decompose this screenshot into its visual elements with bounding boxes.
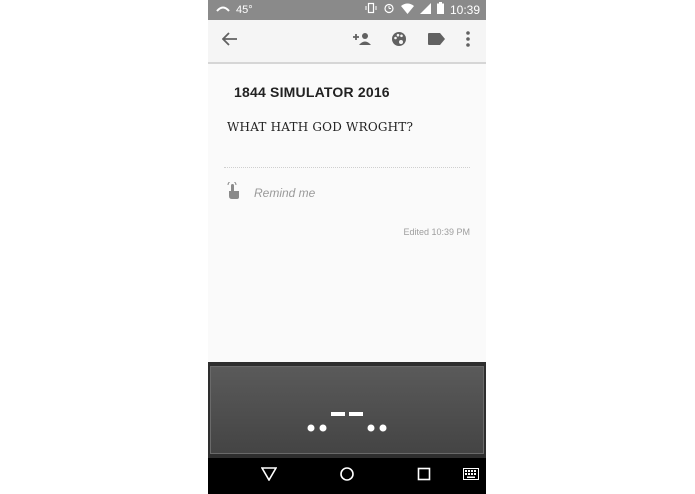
- edited-timestamp: Edited 10:39 PM: [403, 227, 470, 237]
- wifi-icon: [400, 1, 414, 19]
- remind-me-button[interactable]: Remind me: [226, 180, 316, 205]
- morse-dash-1: [349, 412, 363, 416]
- note-body[interactable]: WHAT HATH GOD WROGHT?: [227, 120, 413, 134]
- clock: 10:39: [449, 3, 480, 17]
- note-title[interactable]: 1844 SIMULATOR 2016: [234, 84, 390, 100]
- more-options-button[interactable]: [454, 20, 482, 62]
- label-icon: [427, 32, 445, 50]
- morse-dot-0: [307, 424, 315, 432]
- more-vert-icon: [466, 30, 470, 52]
- signal-icon: [419, 1, 431, 19]
- back-button[interactable]: [216, 20, 244, 62]
- home-circle-icon: [339, 466, 355, 487]
- weather-icon: [216, 1, 230, 19]
- nav-home-button[interactable]: [332, 458, 362, 494]
- back-arrow-icon: [221, 31, 238, 51]
- add-collaborator-icon: [352, 32, 372, 51]
- reminder-hand-icon: [226, 180, 242, 205]
- battery-icon: [436, 1, 444, 19]
- note-toolbar: [208, 20, 486, 64]
- nav-recents-button[interactable]: [409, 458, 439, 494]
- add-collaborator-button[interactable]: [348, 20, 376, 62]
- back-triangle-icon: [260, 466, 278, 486]
- morse-keyboard: [208, 362, 486, 458]
- vibrate-icon: [365, 1, 377, 19]
- morse-key[interactable]: [210, 366, 484, 454]
- label-button[interactable]: [422, 20, 450, 62]
- color-button[interactable]: [385, 20, 413, 62]
- morse-dot-1: [319, 424, 327, 432]
- reminder-label: Remind me: [254, 186, 316, 200]
- status-bar: 45° 10:39: [208, 0, 486, 20]
- divider: [224, 167, 470, 168]
- keyboard-switch-button[interactable]: [456, 458, 486, 494]
- palette-icon: [391, 31, 407, 52]
- nav-back-button[interactable]: [254, 458, 284, 494]
- phone-screen: 45° 10:39 1844 SIMULATOR 2016 WHAT HATH …: [208, 0, 486, 494]
- morse-dash-0: [331, 412, 345, 416]
- morse-dot-3: [379, 424, 387, 432]
- keyboard-icon: [463, 467, 479, 485]
- morse-display: [307, 412, 387, 432]
- navigation-bar: [208, 458, 486, 494]
- alarm-icon: [383, 1, 395, 19]
- temperature: 45°: [236, 4, 253, 16]
- morse-dot-2: [367, 424, 375, 432]
- recents-square-icon: [417, 467, 431, 486]
